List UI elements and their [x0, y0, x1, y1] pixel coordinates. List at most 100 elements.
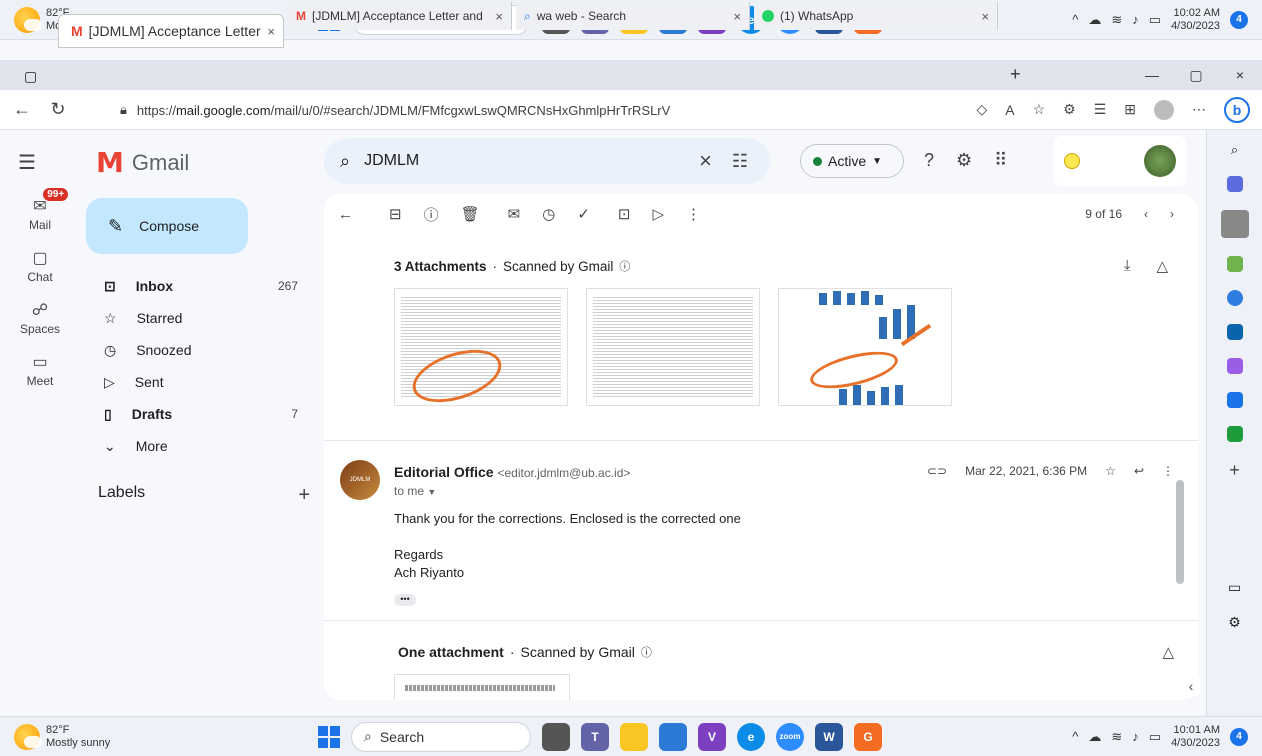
sidebar-toggle-icon[interactable]: ▭: [1228, 579, 1241, 596]
account-area[interactable]: [1054, 136, 1186, 186]
file-explorer-icon[interactable]: [620, 722, 648, 751]
star-icon[interactable]: ☆: [1105, 464, 1116, 478]
apps-icon[interactable]: ⠿: [994, 150, 1007, 171]
drop-icon[interactable]: [1226, 392, 1243, 408]
show-trimmed-button[interactable]: •••: [394, 594, 416, 606]
add-label-icon[interactable]: +: [298, 484, 310, 507]
older-icon[interactable]: ›: [1170, 207, 1174, 221]
volume-icon[interactable]: ♪: [1132, 12, 1139, 27]
rail-spaces[interactable]: ☍ Spaces: [0, 300, 80, 336]
attachment-thumbnail-1[interactable]: [394, 288, 568, 406]
recipient-details[interactable]: to me ▼: [394, 484, 436, 498]
more-vert-icon[interactable]: ⋮: [686, 205, 701, 223]
label-icon[interactable]: ▷: [652, 205, 664, 223]
info-icon[interactable]: ⓘ: [641, 644, 652, 660]
folder-drafts[interactable]: ▯ Drafts 7: [86, 398, 312, 430]
games-icon[interactable]: [1226, 256, 1243, 272]
add-task-icon[interactable]: ✓: [577, 205, 590, 223]
edge-icon[interactable]: e: [737, 722, 765, 751]
rail-mail[interactable]: ✉ 99+ Mail: [0, 188, 80, 232]
delete-icon[interactable]: 🗑︎: [461, 205, 480, 223]
start-icon[interactable]: [318, 725, 340, 748]
attachment-thumbnail-4[interactable]: [394, 674, 570, 700]
wifi-icon[interactable]: ≋: [1111, 729, 1122, 745]
more-icon[interactable]: ⋯: [1192, 101, 1206, 118]
taskbar-search[interactable]: ⌕Search: [351, 721, 531, 752]
avatar[interactable]: [1144, 145, 1176, 177]
folder-sent[interactable]: ▷ Sent: [86, 366, 312, 398]
save-to-drive-icon[interactable]: △: [1156, 257, 1168, 275]
search-options-icon[interactable]: ☷: [732, 151, 748, 172]
read-aloud-icon[interactable]: A: [1005, 102, 1014, 118]
onedrive-icon[interactable]: ☁: [1088, 729, 1101, 745]
minimize-icon[interactable]: —: [1130, 67, 1174, 83]
clock[interactable]: 10:02 AM 4/30/2023: [1171, 7, 1220, 33]
close-window-icon[interactable]: ×: [1218, 67, 1262, 83]
move-to-icon[interactable]: ⊡: [618, 205, 631, 223]
favorite-icon[interactable]: ☆: [1033, 101, 1046, 118]
new-tab-icon[interactable]: +: [1010, 64, 1021, 85]
volume-icon[interactable]: ♪: [1132, 729, 1139, 744]
add-icon[interactable]: +: [1229, 460, 1240, 481]
rail-chat[interactable]: ▢ Chat: [0, 248, 80, 284]
tab-whatsapp[interactable]: (1) WhatsApp ×: [754, 2, 998, 30]
collections-icon[interactable]: ⊞: [1124, 101, 1136, 118]
snooze-icon[interactable]: ◷: [542, 205, 555, 223]
battery-icon[interactable]: ▭: [1149, 729, 1161, 745]
shopping-icon[interactable]: [1226, 176, 1243, 192]
more-vert-icon[interactable]: ⋮: [1162, 464, 1174, 478]
tab-gmail-2[interactable]: M [JDMLM] Acceptance Letter and ×: [288, 2, 512, 30]
reply-icon[interactable]: ↩: [1134, 464, 1144, 478]
tab-actions-icon[interactable]: ▢: [24, 68, 37, 85]
help-icon[interactable]: ?: [924, 150, 934, 171]
mail-search-input[interactable]: ⌕ JDMLM × ☷: [324, 138, 770, 184]
favorites-icon[interactable]: ☰: [1094, 101, 1107, 118]
weather-widget[interactable]: 82°FMostly sunny: [0, 723, 300, 750]
side-panel-toggle-icon[interactable]: ‹: [1182, 676, 1200, 696]
tools-icon[interactable]: [1220, 210, 1249, 238]
folder-more[interactable]: ⌄ More: [86, 430, 312, 462]
newer-icon[interactable]: ‹: [1144, 207, 1148, 221]
rail-meet[interactable]: ▭ Meet: [0, 352, 80, 388]
menu-icon[interactable]: ☰: [18, 150, 36, 175]
clear-search-icon[interactable]: ×: [699, 148, 712, 174]
onedrive-icon[interactable]: ☁: [1088, 12, 1101, 28]
chevron-up-icon[interactable]: ^: [1072, 12, 1078, 27]
gmail-logo[interactable]: M Gmail: [96, 146, 189, 179]
app-icon[interactable]: V: [698, 722, 726, 751]
reader-icon[interactable]: ◇: [976, 101, 987, 118]
url-field[interactable]: 🔒︎ https://mail.google.com/mail/u/0/#sea…: [120, 96, 900, 124]
close-tab-icon[interactable]: ×: [733, 9, 741, 24]
word-icon[interactable]: W: [815, 722, 843, 751]
settings-icon[interactable]: ⚙: [956, 150, 972, 171]
tab-gmail-1[interactable]: M[JDMLM] Acceptance Letter - okt×: [58, 14, 284, 48]
battery-icon[interactable]: ▭: [1149, 12, 1161, 28]
scrollbar[interactable]: [1176, 480, 1184, 584]
close-tab-icon[interactable]: ×: [981, 9, 989, 24]
chevron-up-icon[interactable]: ^: [1072, 729, 1078, 744]
office-icon[interactable]: [1226, 290, 1243, 306]
close-tab-icon[interactable]: ×: [495, 9, 503, 24]
bing-icon[interactable]: b: [1224, 96, 1250, 123]
folder-inbox[interactable]: ⊡ Inbox 267: [86, 270, 312, 302]
folder-snoozed[interactable]: ◷ Snoozed: [86, 334, 312, 366]
outlook-icon[interactable]: [1226, 324, 1243, 340]
mark-unread-icon[interactable]: ✉: [508, 205, 521, 223]
designer-icon[interactable]: [1226, 358, 1243, 374]
notification-badge[interactable]: 4: [1230, 727, 1248, 746]
download-all-icon[interactable]: ⤓: [1124, 257, 1131, 275]
maximize-icon[interactable]: ▢: [1174, 67, 1218, 84]
teams-icon[interactable]: T: [581, 722, 609, 751]
gear-icon[interactable]: ⚙: [1228, 614, 1241, 631]
info-icon[interactable]: ⓘ: [619, 258, 630, 274]
attachment-thumbnail-3[interactable]: [778, 288, 952, 406]
clock[interactable]: 10:01 AM 4/30/2023: [1171, 724, 1220, 750]
extensions-icon[interactable]: ⚙: [1063, 101, 1076, 118]
tree-icon[interactable]: [1226, 426, 1243, 442]
attachment-thumbnail-2[interactable]: [586, 288, 760, 406]
sender-avatar[interactable]: JDMLM: [340, 460, 380, 500]
tab-search[interactable]: ⌕ wa web - Search ×: [516, 2, 750, 30]
folder-starred[interactable]: ☆ Starred: [86, 302, 312, 334]
save-to-drive-icon[interactable]: △: [1162, 643, 1174, 661]
notification-badge[interactable]: 4: [1230, 10, 1248, 29]
